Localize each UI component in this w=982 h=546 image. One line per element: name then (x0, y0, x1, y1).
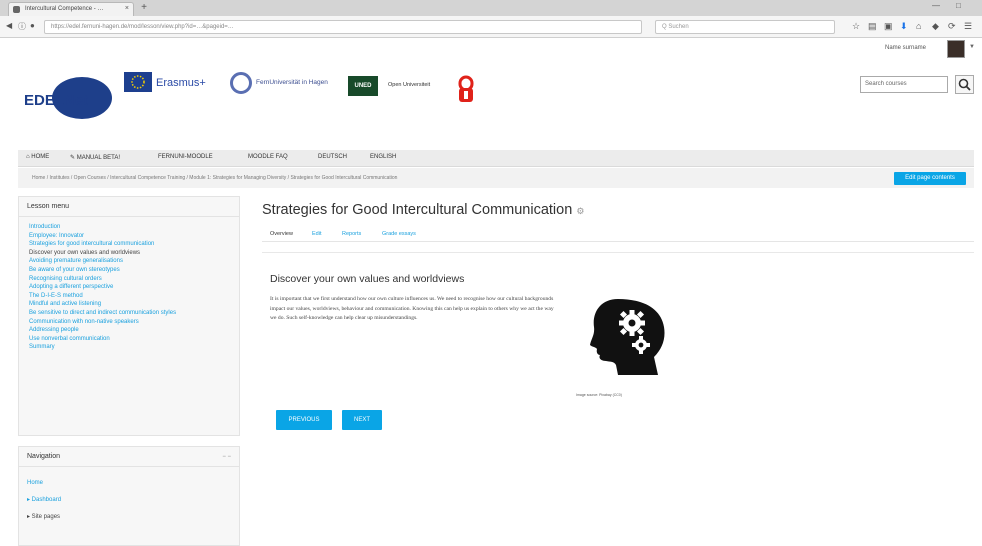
erasmus-logo-text: Erasmus+ (156, 77, 206, 89)
avatar (947, 40, 965, 58)
navigation-links: Home ▸ Dashboard ▸ Site pages (19, 467, 239, 526)
lesson-menu-item[interactable]: Be sensitive to direct and indirect comm… (29, 309, 229, 318)
lesson-menu-item[interactable]: Communication with non-native speakers (29, 318, 229, 327)
tab-reports[interactable]: Reports (342, 231, 361, 237)
fernuni-logo-text: FernUniversität in Hagen (256, 79, 328, 86)
lesson-page-content: Discover your own values and worldviews … (262, 252, 974, 432)
breadcrumb-bar: Home / Institutes / Open Courses / Inter… (18, 168, 974, 188)
lesson-menu-item[interactable]: Introduction (29, 223, 229, 232)
nav-english[interactable]: ENGLISH (370, 154, 396, 160)
browser-tab-bar: Intercultural Competence - … × + — □ (0, 0, 982, 16)
download-icon[interactable]: ⬇ (900, 21, 908, 32)
fernuni-mark-icon (230, 72, 252, 94)
browser-toolbar: ◀ ⓘ ● https://edel.fernuni-hagen.de/mod/… (0, 16, 982, 38)
lesson-menu-item[interactable]: Employee: Innovator (29, 232, 229, 241)
open-universiteit-mark-icon (458, 74, 474, 104)
minimize-icon[interactable]: — (932, 1, 940, 10)
collapse-icon[interactable]: − − (222, 447, 231, 467)
lesson-menu-item[interactable]: Adopting a different perspective (29, 283, 229, 292)
nav-moodle-faq[interactable]: MOODLE FAQ (248, 154, 288, 160)
head-with-gears-icon (588, 295, 668, 375)
user-menu[interactable]: Name surname ▼ (885, 40, 975, 58)
image-caption: Image source: Pixabay (CC0) (576, 393, 622, 397)
next-button[interactable]: NEXT (342, 410, 382, 430)
search-icon (958, 78, 971, 91)
browser-tab-title: Intercultural Competence - … (25, 6, 104, 12)
tab-grade-essays[interactable]: Grade essays (382, 231, 416, 237)
gear-icon[interactable]: ⚙ (576, 206, 584, 216)
nav-home[interactable]: ⌂ HOME (26, 154, 49, 160)
navigation-link[interactable]: Home (19, 475, 239, 492)
sync-icon[interactable]: ⟳ (948, 21, 956, 32)
uned-logo[interactable]: UNED (348, 76, 378, 96)
course-search-button[interactable] (955, 75, 974, 94)
navigation-link[interactable]: ▸ Site pages (19, 509, 239, 526)
nav-manual[interactable]: ✎ MANUAL BETA! (70, 154, 120, 161)
favicon-icon (13, 6, 20, 13)
lesson-menu-item[interactable]: Strategies for good intercultural commun… (29, 240, 229, 249)
browser-tab[interactable]: Intercultural Competence - … × (8, 2, 134, 16)
reader-icon[interactable]: ▤ (868, 21, 877, 32)
home-icon[interactable]: ⌂ (916, 21, 921, 31)
page-title-text: Strategies for Good Intercultural Commun… (262, 202, 573, 218)
url-bar[interactable]: https://edel.fernuni-hagen.de/mod/lesson… (44, 20, 642, 34)
lesson-menu-item[interactable]: Use nonverbal communication (29, 335, 229, 344)
content-heading: Discover your own values and worldviews (270, 273, 465, 285)
page-title: Strategies for Good Intercultural Commun… (262, 202, 584, 218)
lesson-menu-item[interactable]: Recognising cultural orders (29, 275, 229, 284)
close-tab-icon[interactable]: × (125, 3, 129, 15)
lesson-menu-item[interactable]: Addressing people (29, 326, 229, 335)
lesson-menu-item[interactable]: Mindful and active listening (29, 300, 229, 309)
course-search-input[interactable]: Search courses (860, 76, 948, 93)
caret-down-icon: ▼ (969, 44, 975, 50)
lesson-menu-item[interactable]: The D-I-E-S method (29, 292, 229, 301)
edit-page-button[interactable]: Edit page contents (894, 172, 966, 185)
nav-deutsch[interactable]: DEUTSCH (318, 154, 347, 160)
back-arrow-icon[interactable]: ◀ (6, 21, 12, 30)
tab-edit[interactable]: Edit (312, 231, 321, 237)
maximize-icon[interactable]: □ (956, 1, 961, 10)
lesson-menu-title: Lesson menu (19, 197, 239, 217)
lesson-menu-item: Discover your own values and worldviews (29, 249, 141, 256)
lesson-menu-item[interactable]: Summary (29, 343, 229, 352)
navigation-title: Navigation − − (19, 447, 239, 467)
bookmark-star-icon[interactable]: ☆ (852, 21, 860, 32)
lesson-menu-item[interactable]: Avoiding premature generalisations (29, 257, 229, 266)
menu-icon[interactable]: ☰ (964, 21, 972, 32)
open-universiteit-logo-text: Open Universiteit (388, 82, 431, 88)
lesson-tabs: Overview Edit Reports Grade essays (262, 228, 974, 242)
navigation-link[interactable]: ▸ Dashboard (19, 492, 239, 509)
main-navbar: ⌂ HOME ✎ MANUAL BETA! FERNUNI-MOODLE MOO… (18, 150, 974, 167)
lesson-menu-item[interactable]: Be aware of your own stereotypes (29, 266, 229, 275)
pocket-icon[interactable]: ▣ (884, 21, 893, 32)
navigation-block: Navigation − − Home ▸ Dashboard ▸ Site pag… (18, 446, 240, 546)
new-tab-icon[interactable]: + (138, 2, 150, 14)
nav-fernuni-moodle[interactable]: FERNUNI-MOODLE (158, 154, 213, 160)
content-paragraph: It is important that we first understand… (270, 296, 554, 321)
lesson-menu-list: Introduction Employee: Innovator Strategie… (19, 217, 239, 358)
info-icon[interactable]: ⓘ (18, 21, 26, 32)
navigation-title-text: Navigation (27, 453, 61, 460)
extension-icon[interactable]: ◆ (932, 21, 939, 32)
edelnet-logo[interactable]: EDELNet (22, 72, 114, 120)
lesson-menu-block: Lesson menu Introduction Employee: Innova… (18, 196, 240, 436)
lock-icon: ● (30, 21, 35, 30)
fernuni-logo[interactable]: FernUniversität in Hagen (230, 72, 334, 96)
browser-search-field[interactable]: Q Suchen (655, 20, 835, 34)
edelnet-logo-text: EDELNet (24, 92, 88, 109)
previous-button[interactable]: PREVIOUS (276, 410, 332, 430)
breadcrumb[interactable]: Home / Institutes / Open Courses / Inter… (32, 175, 397, 181)
eu-flag-icon (124, 72, 152, 92)
tab-overview[interactable]: Overview (270, 231, 293, 237)
user-name: Name surname (885, 45, 927, 51)
